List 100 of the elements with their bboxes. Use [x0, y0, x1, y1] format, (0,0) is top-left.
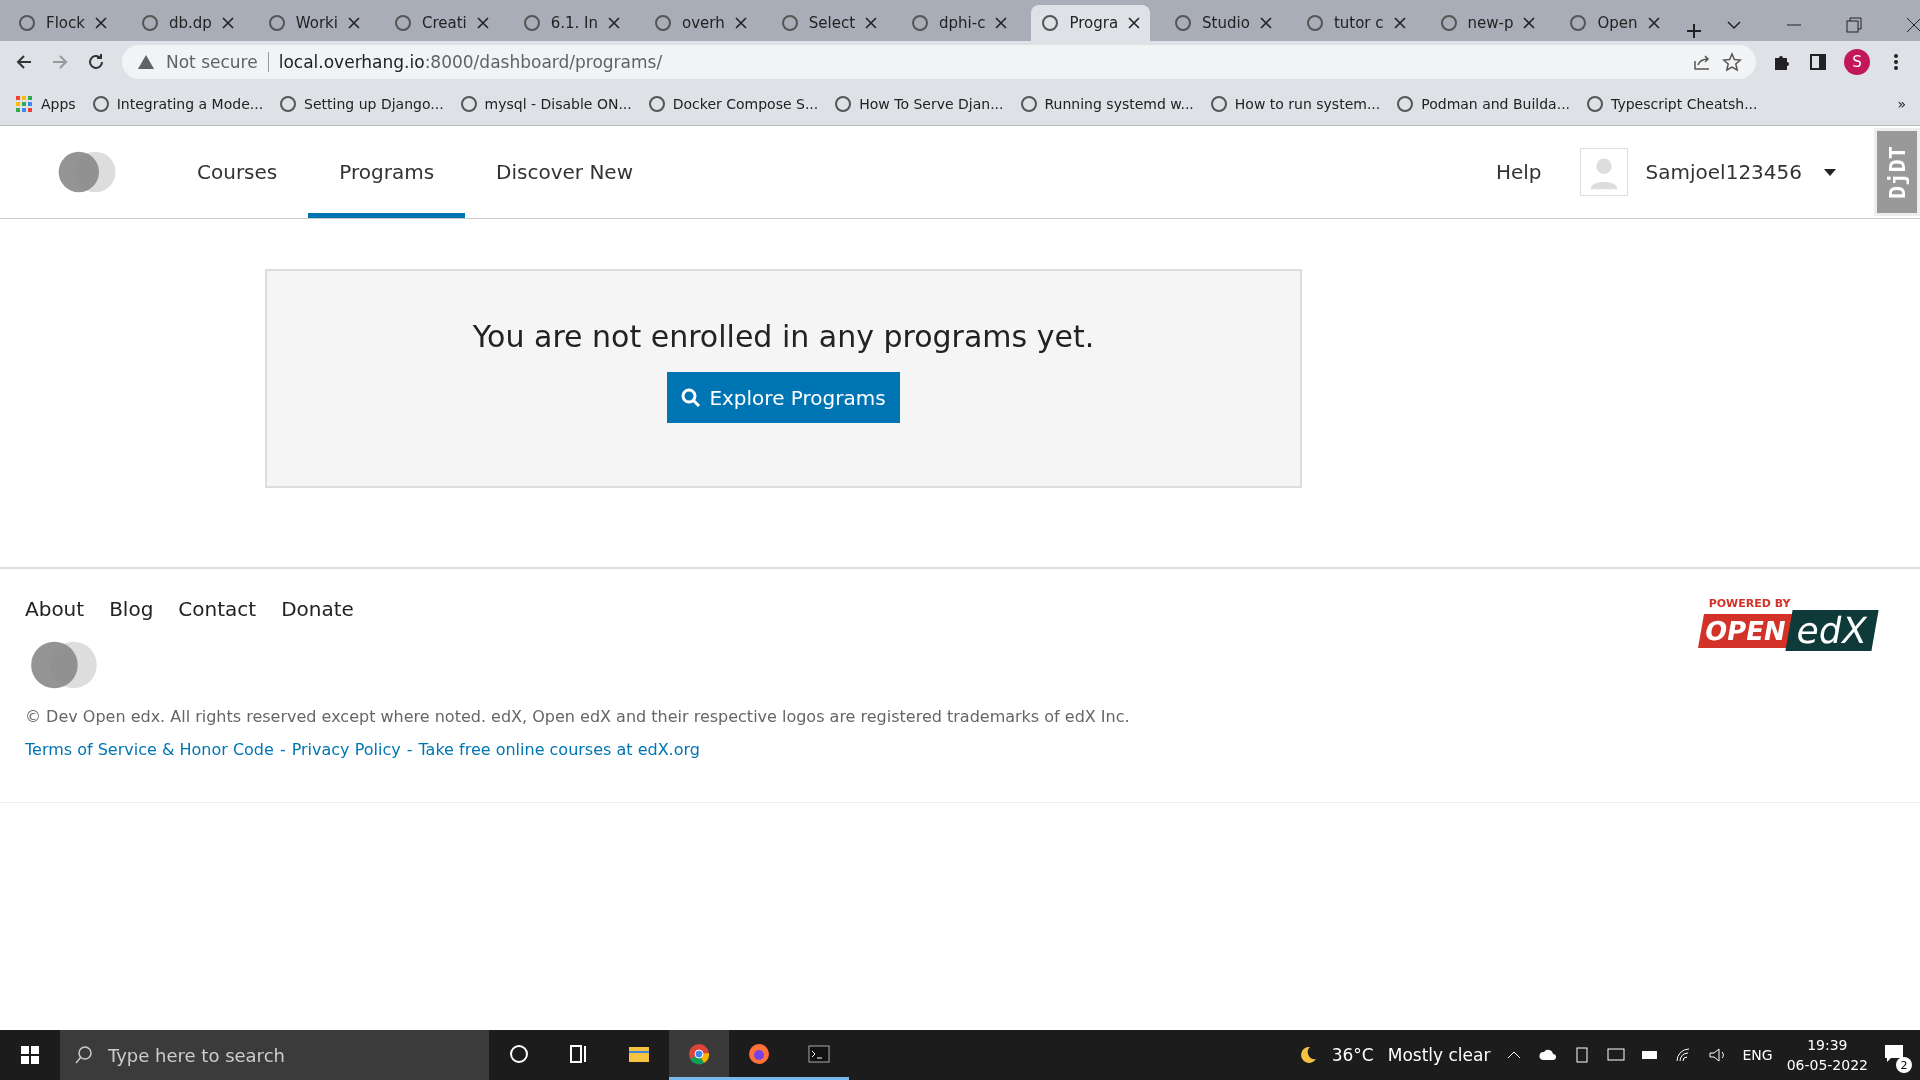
separator: - [406, 740, 413, 759]
temperature: 36°C [1331, 1045, 1374, 1065]
taskbar-app[interactable] [669, 1030, 729, 1080]
open-edx-logo-text: OPEN [1697, 613, 1793, 648]
favicon-icon [522, 14, 541, 32]
close-icon[interactable] [734, 17, 747, 29]
nav-tab[interactable]: Programs [308, 126, 466, 218]
legal-link[interactable]: Take free online courses at edX.org [418, 740, 700, 759]
close-icon[interactable] [94, 17, 107, 29]
windows-icon[interactable] [20, 1045, 40, 1065]
footer-link[interactable]: Contact [178, 597, 257, 621]
powered-by-text: POWERED BY [1708, 597, 1791, 610]
browser-tab[interactable]: 6.1. In [512, 5, 631, 41]
footer-link[interactable]: Blog [109, 597, 154, 621]
bookmark[interactable]: Docker Compose S... [647, 94, 819, 113]
bookmark[interactable]: How To Serve Djan... [834, 94, 1004, 113]
bookmark[interactable]: Running systemd w... [1019, 94, 1194, 113]
favicon-icon [279, 94, 298, 113]
username[interactable]: Samjoel123456 [1645, 160, 1802, 184]
taskbar-search-field[interactable]: Type here to search [60, 1030, 489, 1080]
favicon-icon [1439, 14, 1458, 32]
favicon-icon [1209, 94, 1228, 113]
legal-link[interactable]: Terms of Service & Honor Code [25, 740, 274, 759]
browser-tab[interactable]: overh [644, 5, 757, 41]
favicon-icon [834, 94, 853, 113]
bookmark[interactable]: Podman and Builda... [1396, 94, 1571, 113]
legal-link[interactable]: Privacy Policy [291, 740, 401, 759]
browser-tab[interactable]: Progra [1031, 5, 1151, 41]
search-icon [681, 387, 702, 408]
favicon-icon [1041, 14, 1060, 32]
favicon-icon [1586, 94, 1605, 113]
close-icon[interactable] [1393, 17, 1406, 29]
bookmark[interactable]: Setting up Django... [279, 94, 444, 113]
favicon-icon [647, 94, 666, 113]
favicon-icon [654, 14, 673, 32]
explore-programs-button[interactable]: Explore Programs [667, 372, 900, 423]
favicon-icon [91, 94, 110, 113]
security-label: Not secure [166, 51, 269, 72]
restore-icon[interactable] [1843, 15, 1864, 35]
browser-tab[interactable]: dphi-c [901, 5, 1018, 41]
bookmark[interactable]: Typescript Cheatsh... [1586, 94, 1758, 113]
close-icon[interactable] [1128, 17, 1141, 29]
favicon-icon [1174, 14, 1193, 32]
close-icon[interactable] [1523, 17, 1536, 29]
copyright-text: © Dev Open edx. All rights reserved except where noted. edX, Open edX and their respective logos are registered trademarks of edX Inc. [25, 707, 1131, 726]
browser-tab[interactable]: db.dp [130, 5, 244, 41]
nav-tab[interactable]: Discover New [465, 126, 664, 218]
side-panel-icon[interactable] [1808, 51, 1828, 72]
separator: - [279, 740, 286, 759]
notification-count: 2 [1896, 1057, 1912, 1073]
chrome-icon [687, 1041, 711, 1066]
star-icon[interactable] [1722, 51, 1742, 72]
favicon-icon [459, 94, 478, 113]
browser-tab[interactable]: Open [1559, 5, 1670, 41]
close-icon[interactable] [1647, 17, 1660, 29]
bookmark[interactable]: mysql - Disable ON... [459, 94, 632, 113]
address-bar[interactable]: Not secure local.overhang.io:8000/dashboard/programs/ [122, 44, 1756, 79]
edx-logo-text: edX [1785, 610, 1879, 651]
browser-tab[interactable]: Studio [1164, 5, 1282, 41]
favicon-icon [140, 14, 159, 32]
close-icon[interactable] [347, 17, 360, 29]
empty-message: You are not enrolled in any programs yet. [472, 319, 1095, 354]
favicon-icon [1305, 14, 1324, 32]
help-link[interactable]: Help [1495, 160, 1542, 184]
browser-tab[interactable]: Worki [257, 5, 370, 41]
bookmark[interactable]: Integrating a Mode... [91, 94, 264, 113]
browser-tab[interactable]: new-p [1429, 5, 1546, 41]
close-icon[interactable] [608, 17, 621, 29]
favicon-icon [267, 14, 286, 32]
favicon-icon [393, 14, 412, 32]
apps-grid-icon [14, 93, 34, 114]
more-bookmarks-button[interactable]: » [1897, 95, 1906, 112]
browser-tab[interactable]: tutor c [1295, 5, 1416, 41]
favicon-icon [911, 14, 929, 32]
bookmark[interactable]: Apps [14, 93, 76, 114]
browser-tab[interactable]: Flock [8, 5, 117, 41]
favicon-icon [1569, 14, 1588, 32]
search-icon [74, 1045, 94, 1065]
url-text: local.overhang.io:8000/dashboard/programs/ [278, 51, 663, 72]
favicon-icon [18, 14, 36, 32]
favicon-icon [780, 14, 799, 32]
browser-tab[interactable]: Select [770, 5, 887, 41]
close-icon[interactable] [865, 17, 877, 29]
clock[interactable]: 19:39 06-05-2022 [1786, 1035, 1868, 1075]
footer-link[interactable]: About [25, 597, 85, 621]
footer-link[interactable]: Donate [281, 597, 354, 621]
browser-tab[interactable]: Creati [383, 5, 499, 41]
close-icon[interactable] [1259, 17, 1272, 29]
favicon-icon [1396, 94, 1415, 113]
close-icon[interactable] [995, 17, 1008, 29]
close-icon[interactable] [476, 17, 489, 29]
firefox-icon [747, 1041, 771, 1066]
nav-tab[interactable]: Courses [166, 126, 309, 218]
favicon-icon [1019, 94, 1038, 113]
weather-text: Mostly clear [1387, 1045, 1491, 1065]
close-icon[interactable] [221, 17, 234, 29]
language-indicator[interactable]: ENG [1742, 1047, 1773, 1063]
profile-avatar[interactable]: S [1844, 48, 1870, 75]
bookmark[interactable]: How to run system... [1209, 94, 1381, 113]
reload-icon[interactable] [86, 51, 106, 72]
